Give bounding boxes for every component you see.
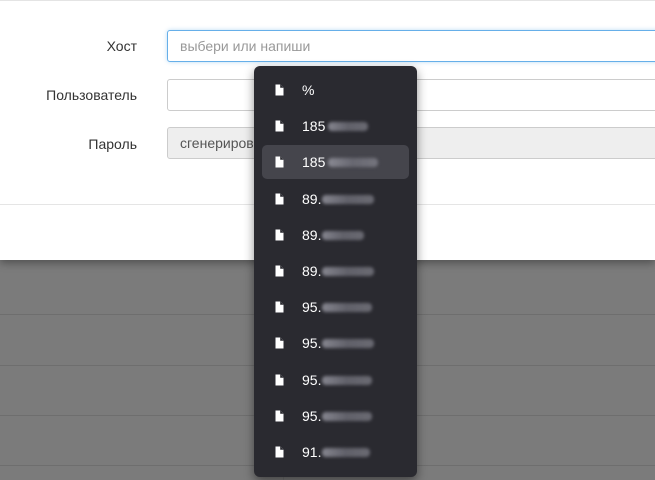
password-value: сгенериров	[180, 135, 254, 151]
host-option[interactable]: 95.	[262, 326, 409, 360]
file-icon	[275, 446, 284, 458]
file-icon	[275, 337, 284, 349]
host-option[interactable]: 95.	[262, 363, 409, 397]
file-icon	[275, 193, 284, 205]
redacted-address	[322, 411, 372, 421]
host-option-label: 185	[302, 118, 326, 135]
host-option-label: 95.	[302, 335, 322, 352]
redacted-address	[322, 230, 364, 240]
host-option-label: 89.	[302, 226, 322, 243]
redacted-address	[322, 448, 370, 457]
host-option-label: 89.	[302, 190, 322, 207]
password-label: Пароль	[88, 136, 137, 152]
host-option-label: 89.	[302, 263, 322, 279]
host-option[interactable]: 89.	[262, 182, 409, 216]
host-label: Хост	[106, 38, 137, 54]
host-suggestions-dropdown[interactable]: % 185 185 89. 89. 89. 95. 95. 95. 95. 91.	[254, 66, 417, 477]
host-option-label: 91.	[302, 444, 322, 460]
host-option-label: 95.	[302, 371, 322, 388]
host-input[interactable]	[167, 30, 655, 62]
host-option[interactable]: 185	[262, 109, 409, 143]
redacted-address	[328, 122, 368, 132]
host-option[interactable]: 95.	[262, 399, 409, 433]
redacted-address	[322, 194, 374, 204]
file-icon	[275, 410, 284, 422]
host-option[interactable]: 89.	[262, 254, 409, 288]
host-option-label: %	[302, 82, 315, 98]
file-icon	[275, 301, 284, 313]
file-icon	[275, 84, 284, 96]
host-option-label: 185	[302, 154, 326, 171]
host-option-label: 95.	[302, 407, 322, 424]
host-option[interactable]: 185	[262, 145, 409, 180]
redacted-address	[328, 158, 378, 168]
host-option-label: 95.	[302, 299, 322, 316]
user-label: Пользователь	[46, 87, 137, 103]
redacted-address	[322, 375, 372, 385]
file-icon	[275, 120, 284, 132]
host-option[interactable]: %	[262, 73, 409, 107]
host-option[interactable]: 95.	[262, 290, 409, 324]
host-option[interactable]: 89.	[262, 218, 409, 252]
redacted-address	[322, 339, 374, 349]
file-icon	[275, 265, 284, 277]
redacted-address	[322, 267, 374, 276]
file-icon	[275, 156, 284, 168]
redacted-address	[322, 303, 372, 313]
file-icon	[275, 374, 284, 386]
host-option[interactable]: 91.	[262, 435, 409, 469]
file-icon	[275, 229, 284, 241]
